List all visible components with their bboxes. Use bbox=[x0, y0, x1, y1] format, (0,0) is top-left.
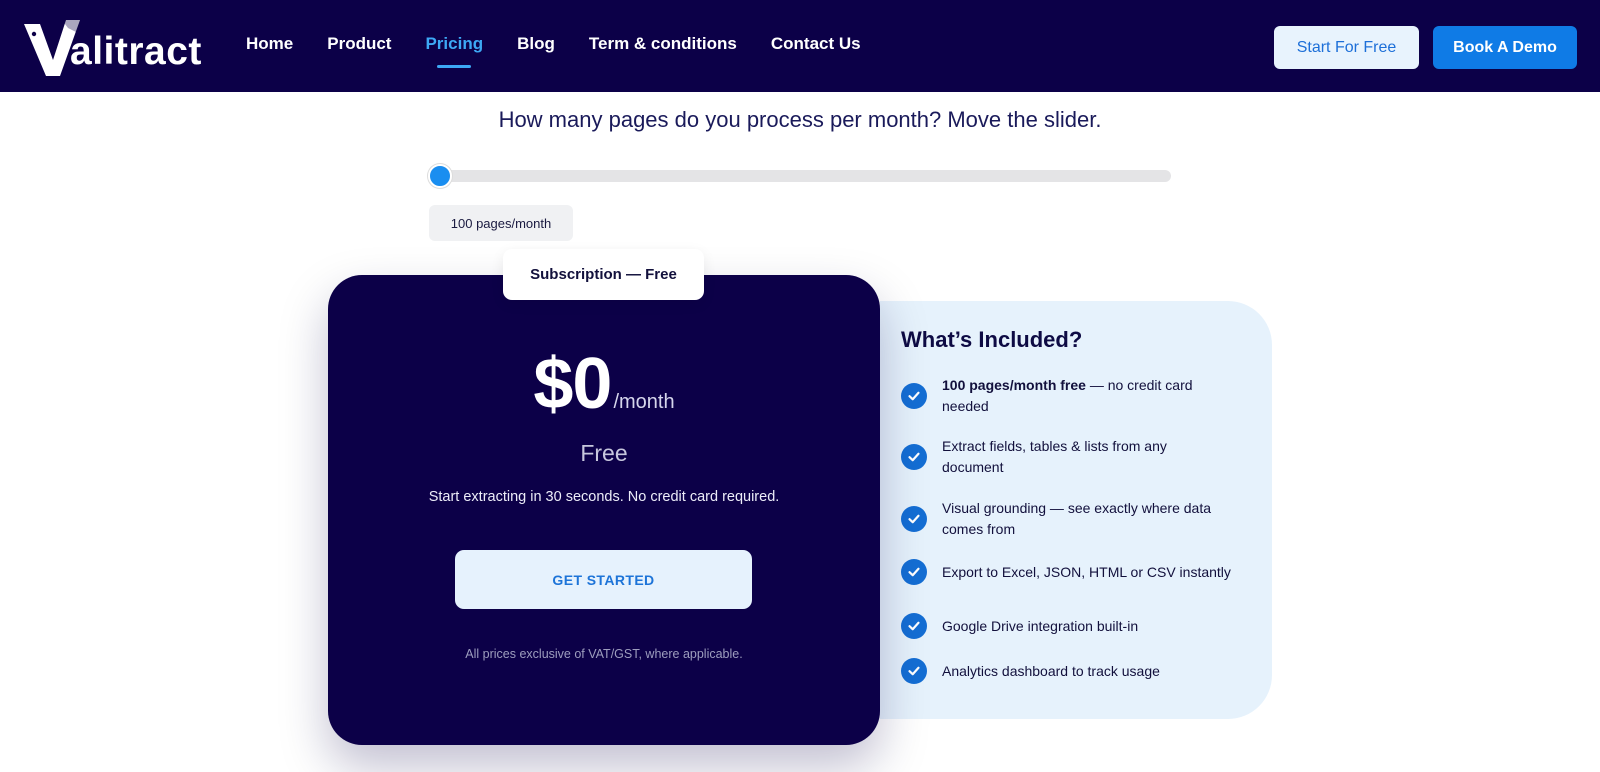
whats-included-panel: What’s Included? 100 pages/month free — … bbox=[880, 301, 1272, 719]
price-row: $0 /month bbox=[328, 343, 880, 425]
slider-question: How many pages do you process per month?… bbox=[498, 107, 1102, 132]
included-title: What’s Included? bbox=[901, 327, 1083, 352]
nav-link-home[interactable]: Home bbox=[246, 34, 293, 54]
start-for-free-button[interactable]: Start For Free bbox=[1274, 26, 1419, 69]
top-navbar: alitract Home Product Pricing Blog Term … bbox=[0, 0, 1600, 92]
main-nav: Home Product Pricing Blog Term & conditi… bbox=[246, 34, 895, 68]
nav-link-pricing[interactable]: Pricing bbox=[425, 34, 483, 68]
subscription-tab[interactable]: Subscription — Free bbox=[503, 249, 704, 300]
get-started-button[interactable]: GET STARTED bbox=[455, 550, 752, 609]
nav-link-product[interactable]: Product bbox=[327, 34, 391, 54]
check-icon bbox=[901, 559, 927, 585]
pages-slider-track[interactable] bbox=[430, 170, 1171, 182]
book-a-demo-button[interactable]: Book A Demo bbox=[1433, 26, 1577, 69]
plan-description: Start extracting in 30 seconds. No credi… bbox=[428, 489, 780, 505]
nav-link-blog[interactable]: Blog bbox=[517, 34, 555, 54]
check-icon bbox=[901, 613, 927, 639]
feature-item: Visual grounding — see exactly where dat… bbox=[901, 498, 1231, 540]
logo[interactable]: alitract bbox=[22, 14, 201, 80]
price-amount: $0 bbox=[533, 344, 612, 424]
feature-text: Visual grounding — see exactly where dat… bbox=[942, 500, 1212, 537]
check-icon bbox=[901, 506, 927, 532]
logo-text: alitract bbox=[70, 30, 202, 73]
feature-item: Analytics dashboard to track usage bbox=[901, 658, 1231, 684]
feature-text: Google Drive integration built-in bbox=[942, 617, 1139, 634]
feature-item: Extract fields, tables & lists from any … bbox=[901, 436, 1231, 478]
check-icon bbox=[901, 658, 927, 684]
feature-item: Export to Excel, JSON, HTML or CSV insta… bbox=[901, 559, 1231, 585]
pages-value-badge: 100 pages/month bbox=[429, 205, 573, 241]
nav-link-contact[interactable]: Contact Us bbox=[771, 34, 861, 54]
feature-item: Google Drive integration built-in bbox=[901, 613, 1231, 639]
check-icon bbox=[901, 444, 927, 470]
pricing-card: $0 /month Free Start extracting in 30 se… bbox=[328, 275, 880, 745]
plan-name: Free bbox=[580, 440, 628, 466]
feature-text: Extract fields, tables & lists from any … bbox=[942, 438, 1167, 475]
feature-text-bold: 100 pages/month free bbox=[942, 377, 1086, 393]
vat-note: All prices exclusive of VAT/GST, where a… bbox=[465, 647, 743, 661]
feature-text: Export to Excel, JSON, HTML or CSV insta… bbox=[942, 563, 1231, 580]
nav-link-terms[interactable]: Term & conditions bbox=[589, 34, 737, 54]
feature-item: 100 pages/month free — no credit card ne… bbox=[901, 375, 1231, 417]
pages-slider-thumb[interactable] bbox=[428, 164, 452, 188]
check-icon bbox=[901, 383, 927, 409]
feature-text: 100 pages/month free — no credit card ne… bbox=[942, 375, 1231, 417]
feature-text: Analytics dashboard to track usage bbox=[942, 662, 1160, 679]
price-period: /month bbox=[613, 391, 675, 413]
